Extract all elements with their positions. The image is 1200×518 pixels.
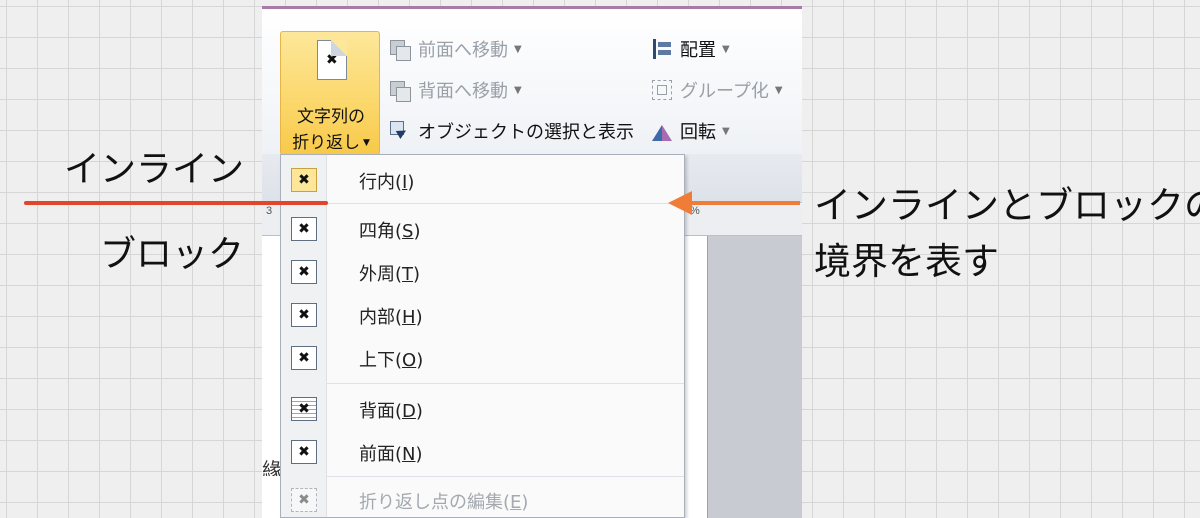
selection-pane-label: オブジェクトの選択と表示 xyxy=(418,122,634,143)
boundary-annotation: インラインとブロックの 境界を表す xyxy=(814,178,1200,290)
square-wrap-icon: ✖ xyxy=(291,217,317,241)
label-text: ) xyxy=(416,350,424,371)
selection-pane-button[interactable]: オブジェクトの選択と表示 xyxy=(388,117,634,145)
menu-item-behind-text[interactable]: ✖ 背面(D) xyxy=(281,388,684,430)
menu-item-label: 行内(I) xyxy=(359,168,414,194)
label-text: ) xyxy=(415,444,423,465)
menu-item-label: 外周(T) xyxy=(359,260,420,286)
label-text: 行内( xyxy=(359,172,403,193)
bring-forward-label: 前面へ移動 xyxy=(418,40,508,61)
wrap-text-label-line2-text: 折り返し xyxy=(292,133,361,153)
chevron-down-icon: ▼ xyxy=(722,43,730,55)
label-text: ) xyxy=(407,172,415,193)
block-annotation: ブロック xyxy=(100,234,245,275)
ribbon-arrange-group: ✖ 文字列の 折り返し ▼ 前面へ移動 ▼ 背面へ移動 ▼ オブジェクトの選択と… xyxy=(262,6,802,155)
menu-item-label: 背面(D) xyxy=(359,397,423,423)
inline-annotation: インライン xyxy=(64,149,245,190)
wrap-text-label-line1: 文字列の xyxy=(297,107,365,127)
arrow-shaft xyxy=(690,201,800,205)
menu-item-label: 前面(N) xyxy=(359,440,423,466)
boundary-annotation-line1: インラインとブロックの xyxy=(814,184,1200,227)
mnemonic: D xyxy=(402,401,416,422)
mnemonic: O xyxy=(402,350,417,371)
mnemonic: T xyxy=(402,264,414,285)
ruler-tick-left: 3 xyxy=(266,205,273,217)
chevron-down-icon: ▼ xyxy=(774,84,783,96)
inline-wrap-icon: ✖ xyxy=(291,168,317,192)
document-partial-text: 緣 xyxy=(262,458,282,476)
label-text: 上下( xyxy=(359,350,403,371)
mnemonic: N xyxy=(402,444,416,465)
boundary-annotation-line2: 境界を表す xyxy=(814,240,999,283)
group-button[interactable]: グループ化 ▼ xyxy=(650,76,783,104)
menu-item-label: 上下(O) xyxy=(359,346,423,372)
label-text: ) xyxy=(413,264,421,285)
document-wrap-icon: ✖ xyxy=(317,40,347,80)
selection-pane-icon xyxy=(388,119,412,143)
menu-separator xyxy=(327,383,684,384)
mnemonic: S xyxy=(402,221,414,242)
tight-wrap-icon: ✖ xyxy=(291,260,317,284)
label-text: ) xyxy=(415,307,423,328)
menu-item-top-bottom[interactable]: ✖ 上下(O) xyxy=(281,337,684,379)
bring-forward-icon xyxy=(388,37,412,61)
bring-forward-button[interactable]: 前面へ移動 ▼ xyxy=(388,35,522,63)
menu-item-through[interactable]: ✖ 内部(H) xyxy=(281,294,684,336)
menu-item-square[interactable]: ✖ 四角(S) xyxy=(281,208,684,250)
through-wrap-icon: ✖ xyxy=(291,303,317,327)
rotate-label: 回転 xyxy=(680,122,716,143)
top-bottom-wrap-icon: ✖ xyxy=(291,346,317,370)
rotate-button[interactable]: 回転 ▼ xyxy=(650,117,730,145)
group-label: グループ化 xyxy=(680,81,769,102)
in-front-of-text-icon: ✖ xyxy=(291,440,317,464)
boundary-line xyxy=(24,201,328,205)
label-text: ) xyxy=(521,492,529,513)
chevron-down-icon: ▼ xyxy=(360,138,370,148)
chevron-down-icon: ▼ xyxy=(514,84,522,96)
image-glyph-icon: ✖ xyxy=(326,52,338,68)
wrap-text-label-line2: 折り返し ▼ xyxy=(281,128,381,153)
label-text: 四角( xyxy=(359,221,403,242)
mnemonic: E xyxy=(510,492,522,513)
menu-separator xyxy=(327,203,684,204)
label-text: 外周( xyxy=(359,264,403,285)
menu-item-label: 内部(H) xyxy=(359,303,423,329)
send-backward-label: 背面へ移動 xyxy=(418,81,508,102)
rotate-icon xyxy=(650,119,674,143)
menu-item-inline[interactable]: ✖ 行内(I) xyxy=(281,159,684,201)
label-text: ) xyxy=(413,221,421,242)
label-text: 内部( xyxy=(359,307,403,328)
chevron-down-icon: ▼ xyxy=(514,43,522,55)
menu-item-label: 折り返し点の編集(E) xyxy=(359,488,528,514)
wrap-text-menu: ✖ 行内(I) ✖ 四角(S) ✖ 外周(T) ✖ 内部(H) ✖ 上下(O) … xyxy=(280,154,685,518)
chevron-down-icon: ▼ xyxy=(722,125,730,137)
menu-item-label: 四角(S) xyxy=(359,217,421,243)
menu-item-edit-wrap-points[interactable]: ✖ 折り返し点の編集(E) xyxy=(281,479,684,518)
group-icon xyxy=(650,78,674,102)
menu-item-tight[interactable]: ✖ 外周(T) xyxy=(281,251,684,293)
menu-separator xyxy=(327,476,684,477)
edit-wrap-points-icon: ✖ xyxy=(291,488,317,512)
align-label: 配置 xyxy=(680,40,716,61)
send-backward-button[interactable]: 背面へ移動 ▼ xyxy=(388,76,522,104)
behind-text-icon: ✖ xyxy=(291,397,317,421)
label-text: ) xyxy=(415,401,423,422)
menu-item-in-front-of-text[interactable]: ✖ 前面(N) xyxy=(281,431,684,473)
send-backward-icon xyxy=(388,78,412,102)
label-text: 前面( xyxy=(359,444,403,465)
align-icon xyxy=(650,37,674,61)
label-text: 背面( xyxy=(359,401,403,422)
mnemonic: H xyxy=(402,307,416,328)
wrap-text-button[interactable]: ✖ 文字列の 折り返し ▼ xyxy=(280,31,380,155)
align-button[interactable]: 配置 ▼ xyxy=(650,35,730,63)
label-text: 折り返し点の編集( xyxy=(359,492,511,513)
arrow-left-icon xyxy=(668,191,692,215)
